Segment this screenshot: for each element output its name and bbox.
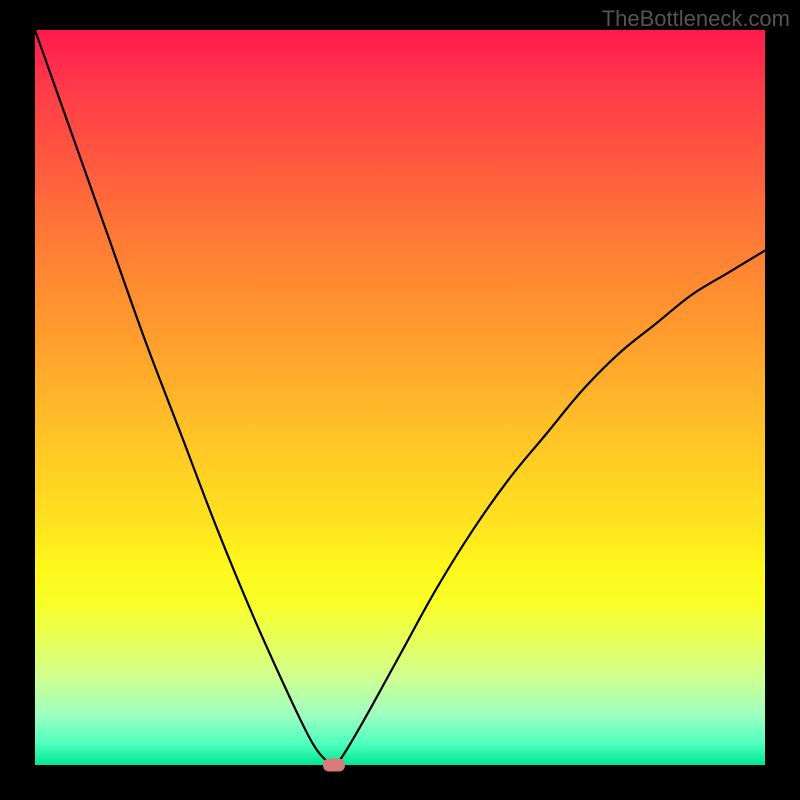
bottleneck-curve bbox=[35, 30, 765, 765]
chart-plot-area bbox=[35, 30, 765, 765]
watermark-text: TheBottleneck.com bbox=[602, 6, 790, 32]
minimum-marker bbox=[323, 759, 345, 772]
curve-svg bbox=[35, 30, 765, 765]
